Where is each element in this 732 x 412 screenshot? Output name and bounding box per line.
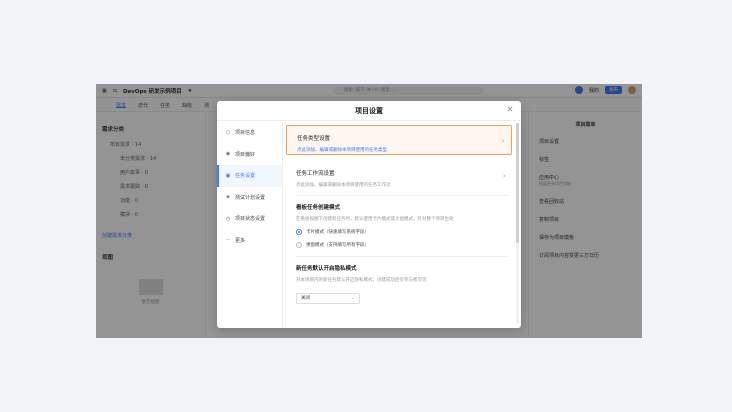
nav-label: 更多 xyxy=(235,237,246,244)
status-icon: ◷ xyxy=(225,215,231,222)
nav-label: 项目偏好 xyxy=(235,151,256,158)
chevron-down-icon: ⌄ xyxy=(350,295,355,301)
task-icon: ▣ xyxy=(225,172,231,179)
close-icon[interactable]: ✕ xyxy=(505,105,515,115)
nav-test-plan-settings[interactable]: ◈ 测试计划设置 xyxy=(217,187,282,209)
nav-more[interactable]: ⋯ 更多 xyxy=(217,230,282,252)
radio-label: 弹窗模式（支持填写所有字段） xyxy=(306,243,369,248)
card-title: 任务类型设置 xyxy=(297,136,331,142)
nav-project-preferences[interactable]: ◉ 项目偏好 xyxy=(217,144,282,166)
settings-content: 任务类型设置 点此添加、编辑或删除本项目使用的任务类型 › 任务工作流设置 点此… xyxy=(286,125,513,328)
section-desc: 在看板视图下创建新任务时，默认使用卡片模式或大窗模式，针对整个项目生效 xyxy=(296,217,454,222)
nav-label: 项目信息 xyxy=(235,130,256,137)
section-title: 看板任务创建模式 xyxy=(296,205,341,211)
project-settings-modal: 项目设置 ✕ ⬡ 项目信息 ◉ 项目偏好 ▣ 任务设置 ◈ 测试计划设置 ◷ 项… xyxy=(217,101,521,328)
privacy-section: 新任务默认开启隐私模式 对本项目内的新任务默认开启隐私模式，创建成功后仅参与者可… xyxy=(286,264,513,304)
radio-popup-mode[interactable]: 弹窗模式（支持填写所有字段） xyxy=(296,242,503,248)
card-desc: 点此添加、编辑或删除本项目使用的任务工作流 xyxy=(296,183,391,188)
chevron-right-icon: › xyxy=(501,136,505,145)
radio-label: 卡片模式（快速填写系统字段） xyxy=(306,230,369,235)
task-type-settings-card[interactable]: 任务类型设置 点此添加、编辑或删除本项目使用的任务类型 › xyxy=(286,125,512,155)
more-icon: ⋯ xyxy=(225,237,231,244)
eye-icon: ◉ xyxy=(225,151,231,158)
card-title: 任务工作流设置 xyxy=(296,171,335,177)
nav-label: 项目状态设置 xyxy=(235,216,266,223)
nav-task-settings[interactable]: ▣ 任务设置 xyxy=(217,165,282,187)
radio-card-mode[interactable]: 卡片模式（快速填写系统字段） xyxy=(296,229,503,235)
card-desc: 点此添加、编辑或删除本项目使用的任务类型 xyxy=(297,148,387,153)
radio-unchecked-icon xyxy=(296,242,302,248)
scrollbar-thumb[interactable] xyxy=(516,123,519,243)
task-workflow-settings-card[interactable]: 任务工作流设置 点此添加、编辑或删除本项目使用的任务工作流 › xyxy=(286,161,512,195)
section-desc: 对本项目内的新任务默认开启隐私模式，创建成功后仅参与者可见 xyxy=(296,278,427,283)
nav-project-info[interactable]: ⬡ 项目信息 xyxy=(217,122,282,144)
nav-project-status-settings[interactable]: ◷ 项目状态设置 xyxy=(217,208,282,230)
radio-checked-icon xyxy=(296,229,302,235)
select-value: 关闭 xyxy=(301,296,310,301)
modal-title: 项目设置 xyxy=(217,101,521,121)
nav-label: 任务设置 xyxy=(235,173,256,180)
box-icon: ⬡ xyxy=(225,129,231,136)
divider xyxy=(296,256,508,257)
flask-icon: ◈ xyxy=(226,194,230,201)
scrollbar[interactable] xyxy=(516,123,519,323)
chevron-right-icon: › xyxy=(502,171,506,180)
board-mode-section: 看板任务创建模式 在看板视图下创建新任务时，默认使用卡片模式或大窗模式，针对整个… xyxy=(286,203,513,248)
divider xyxy=(296,195,508,196)
section-title: 新任务默认开启隐私模式 xyxy=(296,266,357,272)
settings-nav: ⬡ 项目信息 ◉ 项目偏好 ▣ 任务设置 ◈ 测试计划设置 ◷ 项目状态设置 ⋯… xyxy=(217,122,283,328)
nav-label: 测试计划设置 xyxy=(235,194,266,201)
privacy-select[interactable]: 关闭 ⌄ xyxy=(296,293,360,304)
